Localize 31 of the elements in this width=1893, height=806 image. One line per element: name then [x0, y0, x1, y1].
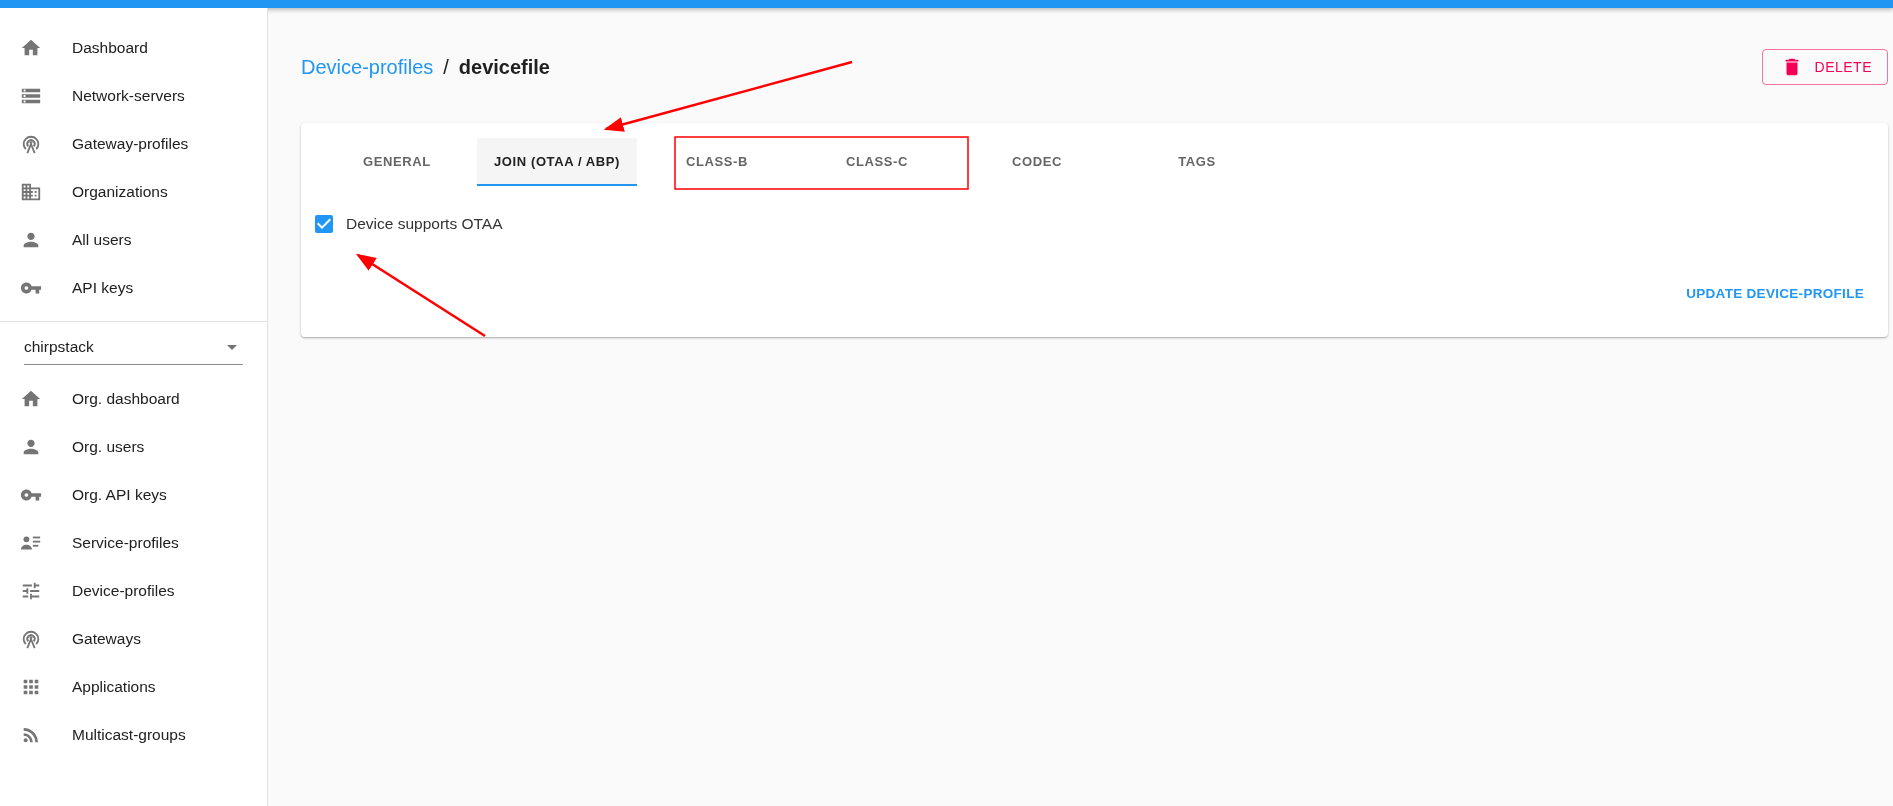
breadcrumb-separator: /	[443, 55, 449, 79]
delete-button[interactable]: DELETE	[1761, 49, 1888, 85]
sidebar-item[interactable]: Network-servers	[0, 72, 267, 120]
antenna-icon	[20, 628, 42, 650]
tab[interactable]: GENERAL	[317, 138, 477, 186]
sidebar-item[interactable]: API keys	[0, 264, 267, 312]
breadcrumb-current: devicefile	[458, 55, 550, 79]
tab[interactable]: JOIN (OTAA / ABP)	[477, 138, 637, 186]
checkbox-label: Device supports OTAA	[346, 215, 503, 233]
tab[interactable]: CODEC	[957, 138, 1117, 186]
tab[interactable]: CLASS-B	[637, 138, 797, 186]
sliders-icon	[20, 580, 42, 602]
checkbox[interactable]	[312, 212, 336, 236]
sidebar-item[interactable]: Device-profiles	[0, 567, 267, 615]
sidebar-item[interactable]: Gateway-profiles	[0, 120, 267, 168]
sidebar-item[interactable]: Org. users	[0, 423, 267, 471]
sidebar-item[interactable]: All users	[0, 216, 267, 264]
tab[interactable]: CLASS-C	[797, 138, 957, 186]
building-icon	[20, 181, 42, 203]
sidebar-item[interactable]: Gateways	[0, 615, 267, 663]
sidebar-item[interactable]: Dashboard	[0, 24, 267, 72]
sidebar-item[interactable]: Org. dashboard	[0, 375, 267, 423]
antenna-icon	[20, 133, 42, 155]
organization-select[interactable]: chirpstack	[24, 332, 243, 365]
sidebar-item[interactable]: Applications	[0, 663, 267, 711]
sidebar-item[interactable]: Organizations	[0, 168, 267, 216]
sidebar-item[interactable]: Service-profiles	[0, 519, 267, 567]
tab[interactable]: TAGS	[1117, 138, 1277, 186]
sidebar-item[interactable]: Multicast-groups	[0, 711, 267, 759]
dropdown-caret-icon	[227, 344, 237, 350]
sidebar-item[interactable]: Org. API keys	[0, 471, 267, 519]
